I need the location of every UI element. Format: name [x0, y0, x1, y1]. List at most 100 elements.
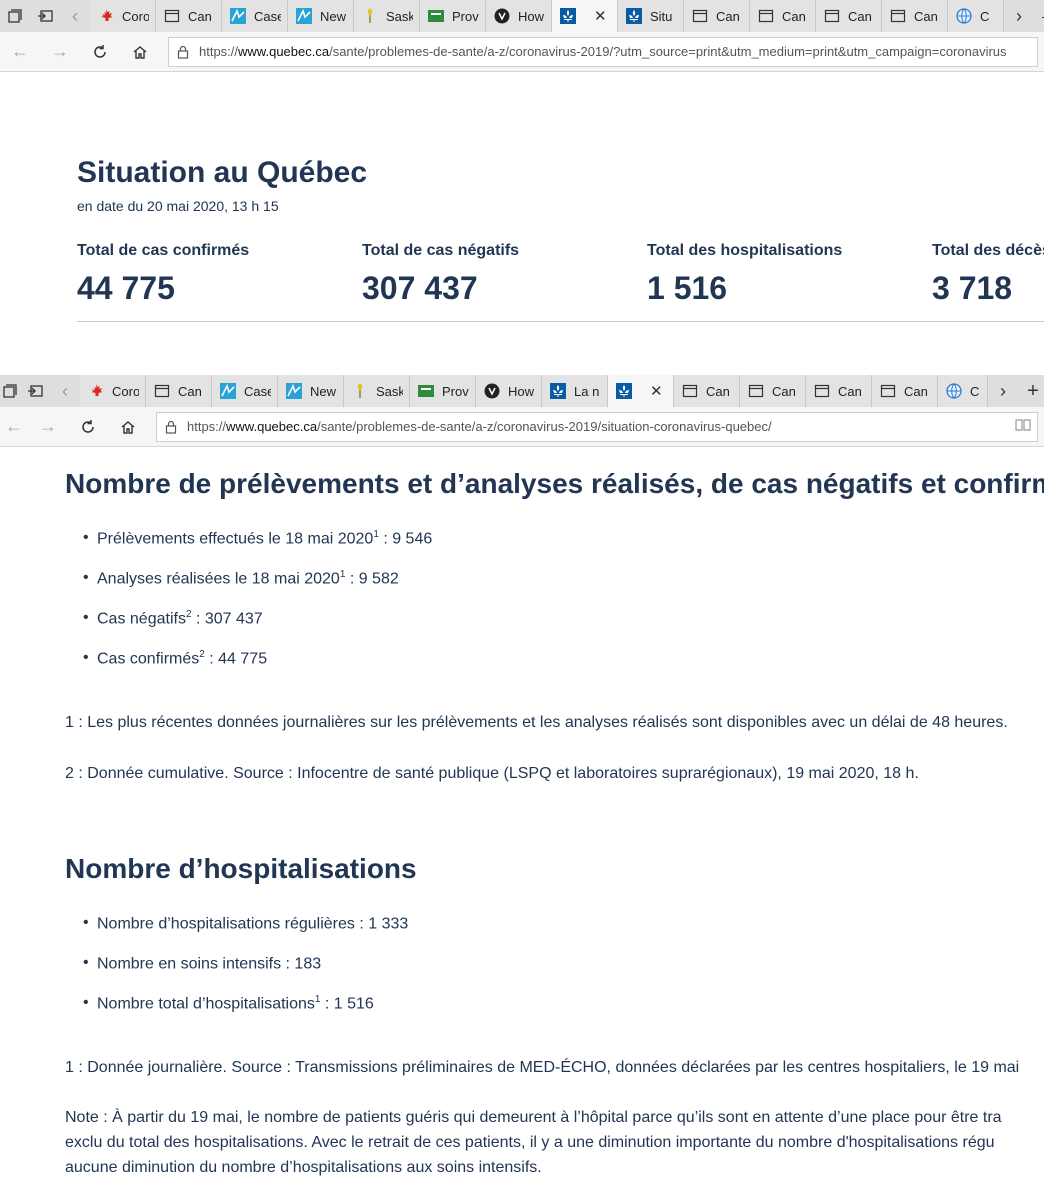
- browser-tab[interactable]: Prov: [420, 0, 486, 32]
- globe-icon: [956, 8, 972, 24]
- stat-value: 1 516: [647, 270, 728, 306]
- tab-actions-button[interactable]: [0, 375, 20, 407]
- address-bar[interactable]: https://www.quebec.ca/sante/problemes-de…: [156, 411, 1038, 442]
- browser-tab[interactable]: How: [476, 375, 542, 407]
- page-icon: [890, 8, 906, 24]
- browser-tab[interactable]: Can: [684, 0, 750, 32]
- browser-tab[interactable]: New: [278, 375, 344, 407]
- url-path: /sante/problemes-de-sante/a-z/coronaviru…: [329, 44, 1007, 59]
- shield-icon: [494, 8, 510, 24]
- hosp-heading: Nombre d’hospitalisations: [65, 853, 417, 884]
- browser-tab[interactable]: C: [938, 375, 988, 407]
- browser-tab[interactable]: Coro: [90, 0, 156, 32]
- list-item: Cas confirmés2 : 44 775: [83, 649, 432, 689]
- browser-tab[interactable]: La n: [542, 375, 608, 407]
- tests-footnote-2: 2 : Donnée cumulative. Source : Infocent…: [65, 765, 919, 782]
- chart-icon: [296, 8, 312, 24]
- reading-view-icon[interactable]: [1015, 418, 1031, 435]
- browser-tab[interactable]: Can: [882, 0, 948, 32]
- refresh-icon: [94, 44, 106, 58]
- browser-tab[interactable]: Can: [806, 375, 872, 407]
- tab-label: Can: [178, 383, 202, 399]
- browser-tab[interactable]: Can: [156, 0, 222, 32]
- browser-tab[interactable]: Can: [740, 375, 806, 407]
- close-tab-icon[interactable]: ✕: [650, 382, 663, 400]
- page-icon: [824, 8, 840, 24]
- fleur-de-lis-icon: [550, 383, 566, 399]
- close-tab-icon[interactable]: ✕: [594, 7, 607, 25]
- hosp-note-line-3: aucune diminution du nombre d’hospitalis…: [65, 1159, 542, 1176]
- page-icon: [880, 383, 896, 399]
- tab-scroll-left-button[interactable]: ‹: [60, 0, 90, 32]
- tab-label: Prov: [442, 383, 469, 399]
- tab-label: C: [970, 383, 980, 399]
- tab-label: Prov: [452, 8, 479, 24]
- browser-tab[interactable]: How: [486, 0, 552, 32]
- browser-tab[interactable]: Can: [674, 375, 740, 407]
- list-item: Cas négatifs2 : 307 437: [83, 609, 432, 649]
- set-aside-tabs-button[interactable]: [20, 375, 50, 407]
- minimize-button[interactable]: —: [1034, 0, 1044, 32]
- update-date: en date du 20 mai 2020, 13 h 15: [77, 198, 279, 214]
- browser-tab[interactable]: Can: [146, 375, 212, 407]
- tab-label: Sask: [386, 8, 413, 24]
- fleur-de-lis-icon: [616, 383, 632, 399]
- tab-scroll-right-button[interactable]: ›: [988, 375, 1018, 407]
- stat-value: 307 437: [362, 270, 478, 306]
- maple-leaf-icon: [98, 8, 114, 24]
- home-button[interactable]: [108, 407, 148, 447]
- browser-tab[interactable]: Can: [872, 375, 938, 407]
- tab-label: Can: [706, 383, 730, 399]
- back-button[interactable]: ←: [0, 32, 40, 72]
- browser-tab[interactable]: Case: [212, 375, 278, 407]
- address-bar[interactable]: https://www.quebec.ca/sante/problemes-de…: [168, 36, 1038, 67]
- stat-deaths: Total des décès 3 718: [932, 242, 1044, 307]
- browser-tab[interactable]: Case: [222, 0, 288, 32]
- refresh-button[interactable]: [68, 407, 108, 447]
- tab-label: Can: [772, 383, 796, 399]
- browser-tab[interactable]: ✕: [608, 375, 674, 407]
- browser-tab[interactable]: Coro: [80, 375, 146, 407]
- set-aside-tabs-button[interactable]: [30, 0, 60, 32]
- set-aside-icon: [38, 10, 53, 22]
- list-item: Nombre en soins intensifs : 183: [83, 954, 408, 994]
- stat-confirmed: Total de cas confirmés 44 775: [77, 242, 249, 307]
- browser-tab[interactable]: C: [948, 0, 1004, 32]
- home-button[interactable]: [120, 32, 160, 72]
- page-icon: [758, 8, 774, 24]
- stat-negative: Total de cas négatifs 307 437: [362, 242, 519, 307]
- forward-button[interactable]: →: [28, 407, 68, 447]
- page-icon: [164, 8, 180, 24]
- browser-tab[interactable]: Sask: [354, 0, 420, 32]
- stat-label: Total de cas négatifs: [362, 242, 520, 259]
- tab-label: How: [508, 383, 535, 399]
- browser-tab[interactable]: Sask: [344, 375, 410, 407]
- tab-label: Coro: [112, 383, 139, 399]
- tab-actions-button[interactable]: [0, 0, 30, 32]
- tests-footnote-1: 1 : Les plus récentes données journalièr…: [65, 714, 1008, 731]
- lock-icon: [165, 420, 177, 434]
- browser-tab[interactable]: Can: [750, 0, 816, 32]
- hosp-list: Nombre d’hospitalisations régulières : 1…: [83, 914, 408, 1034]
- refresh-button[interactable]: [80, 32, 120, 72]
- back-button[interactable]: ←: [0, 407, 28, 447]
- wheat-icon: [362, 8, 378, 24]
- tab-scroll-left-button[interactable]: ‹: [50, 375, 80, 407]
- tests-list: Prélèvements effectués le 18 mai 20201 :…: [83, 529, 432, 689]
- page-viewport: Nombre de prélèvements et d’analyses réa…: [0, 448, 1044, 1200]
- browser-tab[interactable]: Prov: [410, 375, 476, 407]
- browser-tab[interactable]: ✕: [552, 0, 618, 32]
- browser-tab[interactable]: New: [288, 0, 354, 32]
- tab-scroll-right-button[interactable]: ›: [1004, 0, 1034, 32]
- browser-tab[interactable]: Can: [816, 0, 882, 32]
- new-tab-button[interactable]: +: [1018, 375, 1044, 407]
- fleur-de-lis-icon: [560, 8, 576, 24]
- address-toolbar-2: ← → https://www.quebec.ca/sante/probleme…: [0, 407, 1044, 447]
- home-icon: [133, 45, 147, 59]
- browser-tab[interactable]: Situ: [618, 0, 684, 32]
- tab-label: Sask: [376, 383, 403, 399]
- stat-value: 3 718: [932, 270, 1013, 306]
- chart-icon: [230, 8, 246, 24]
- list-item: Nombre total d’hospitalisations1 : 1 516: [83, 994, 408, 1034]
- forward-button[interactable]: →: [40, 32, 80, 72]
